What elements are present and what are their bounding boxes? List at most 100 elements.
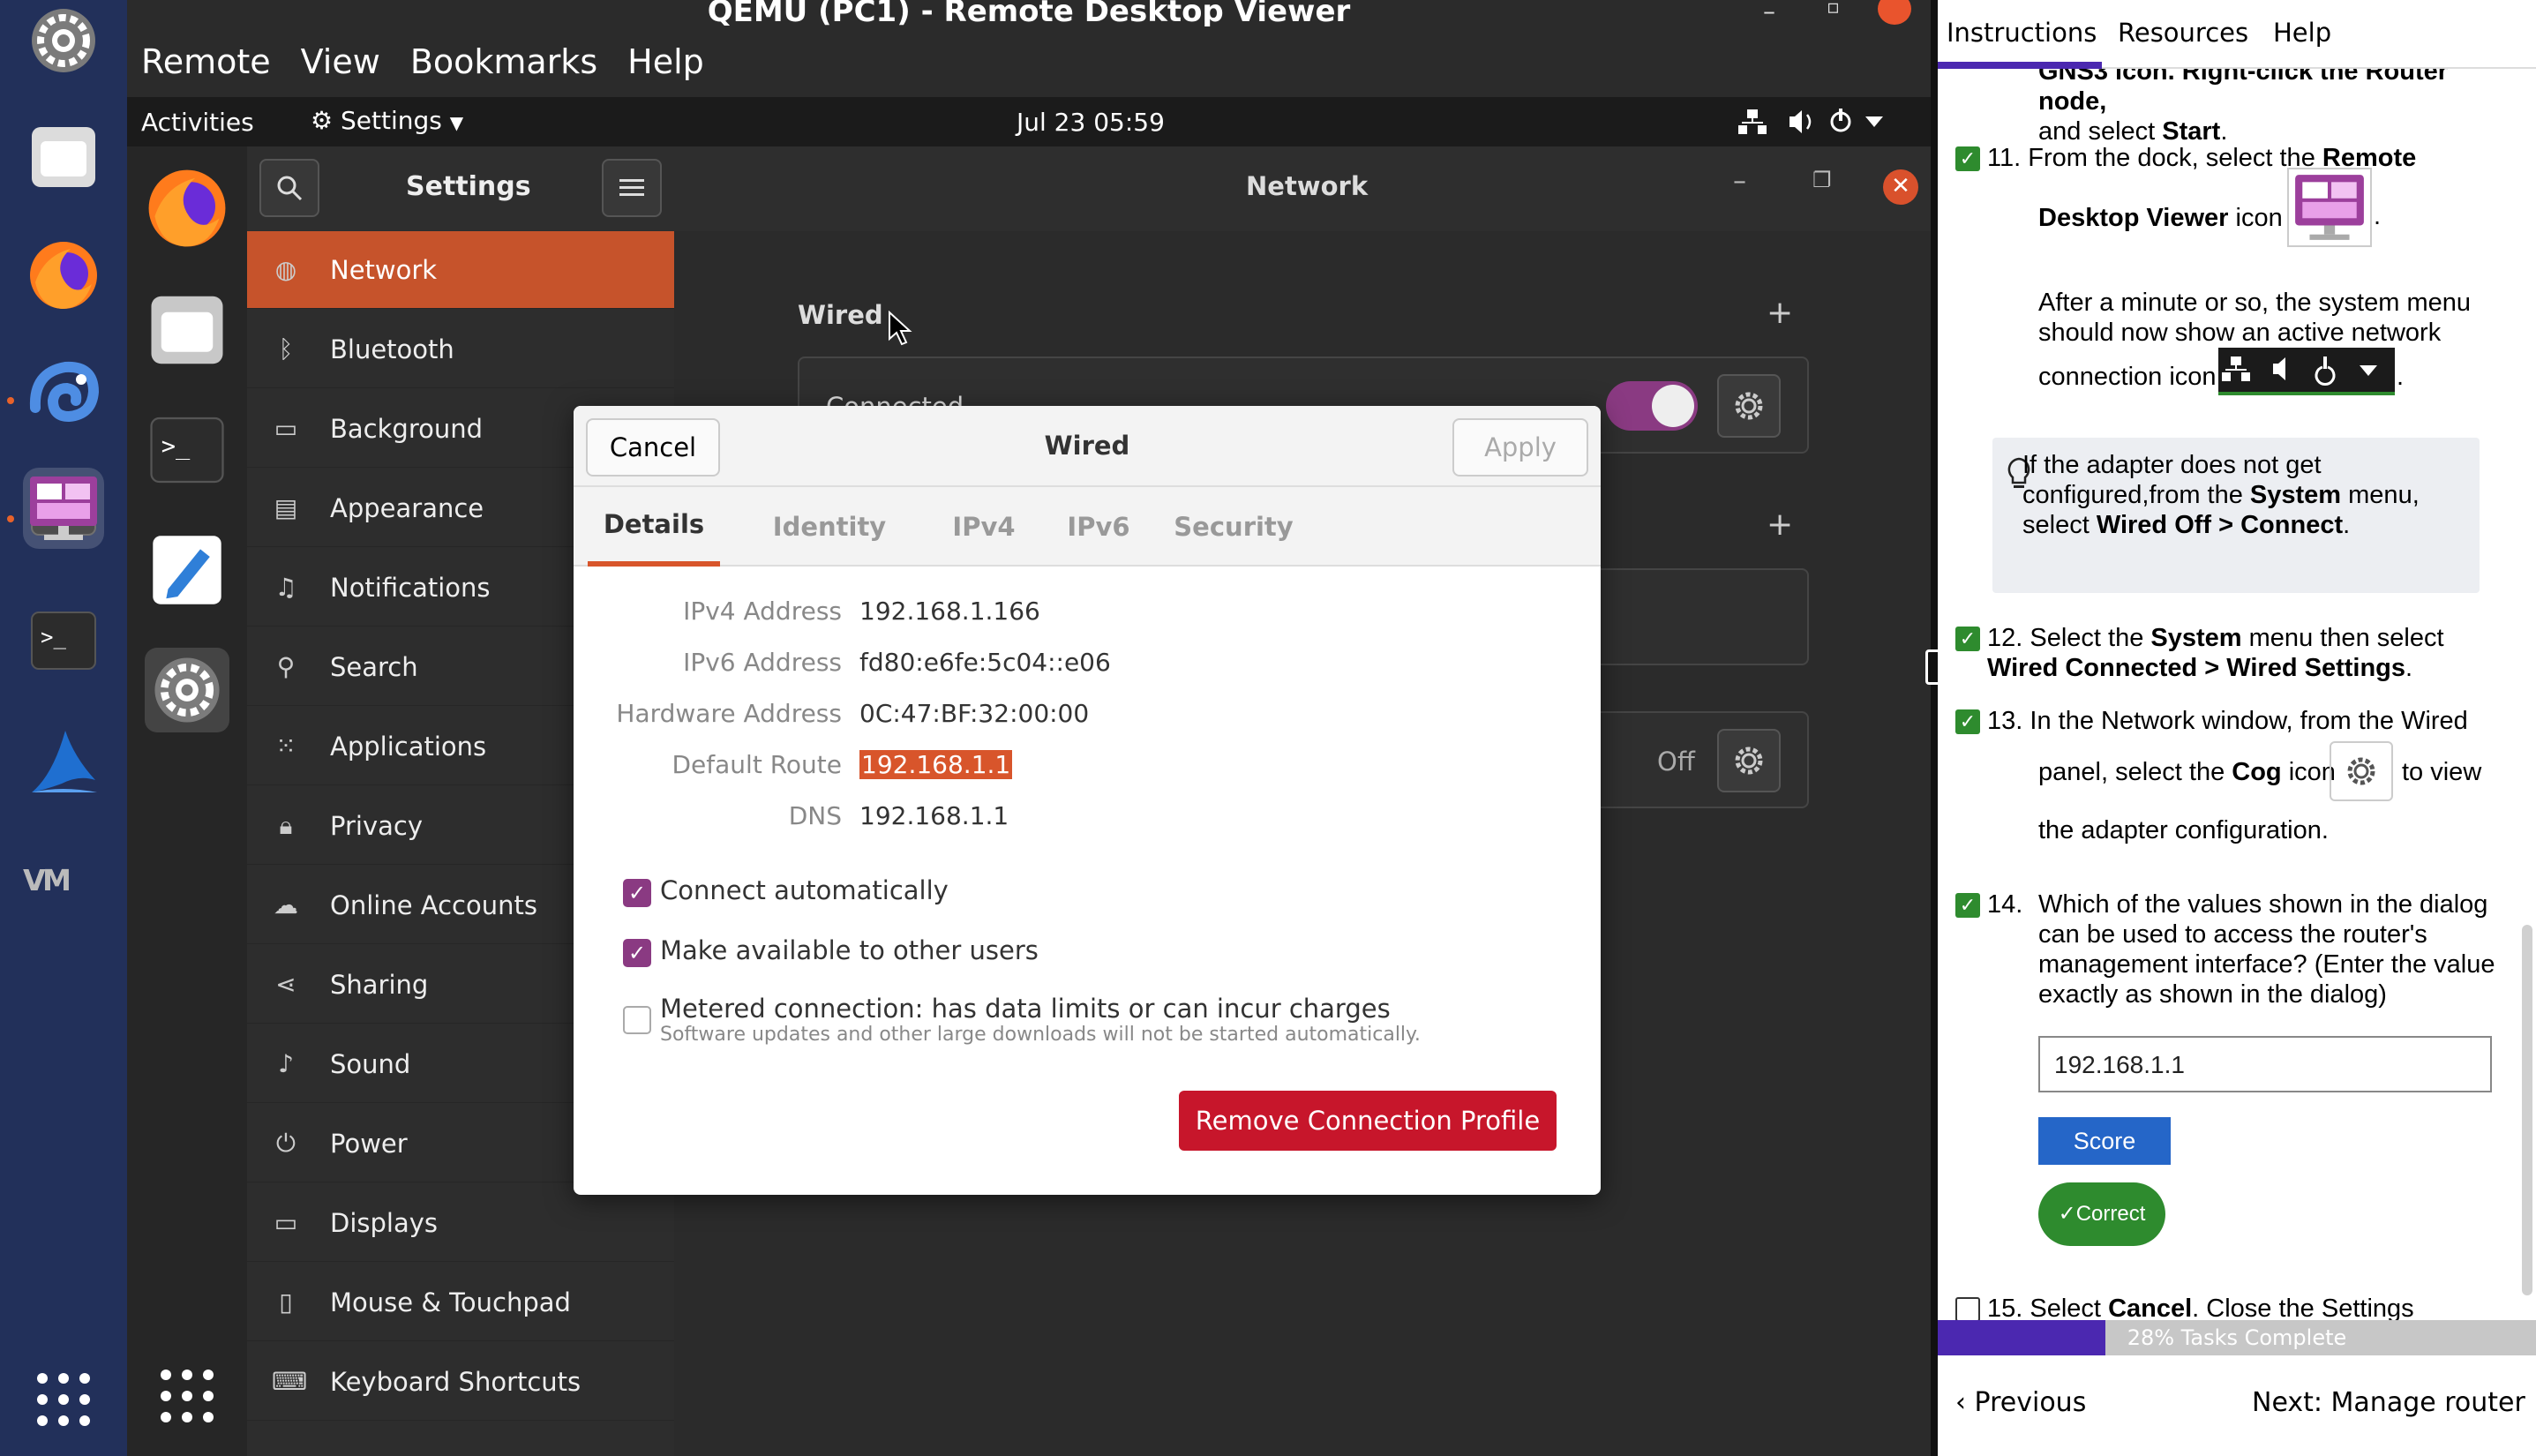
step-13-checkbox[interactable]: ✓ — [1955, 709, 1980, 734]
settings-gear-icon[interactable] — [145, 648, 229, 732]
wired-toggle[interactable] — [1606, 381, 1698, 431]
tab-identity[interactable]: Identity — [741, 487, 918, 567]
detail-label: Hardware Address — [616, 699, 842, 728]
sidebar-item-mouse-touchpad[interactable]: ▯ Mouse & Touchpad — [247, 1264, 674, 1341]
remove-connection-profile-button[interactable]: Remove Connection Profile — [1179, 1091, 1557, 1151]
remote-desktop-viewer-icon[interactable] — [23, 468, 104, 549]
cog-icon — [1735, 392, 1763, 420]
menu-help[interactable]: Help — [627, 42, 704, 81]
sidebar-item-keyboard-shortcuts[interactable]: ⌨ Keyboard Shortcuts — [247, 1343, 674, 1421]
settings-gear-icon[interactable] — [23, 0, 104, 81]
tab-details[interactable]: Details — [588, 487, 720, 567]
answer-input[interactable]: 192.168.1.1 — [2038, 1036, 2492, 1092]
tab-help[interactable]: Help — [2273, 18, 2331, 48]
sidebar-item-bluetooth[interactable]: ᛒ Bluetooth — [247, 311, 674, 388]
step-13-line3: the adapter configuration. — [2038, 816, 2329, 844]
app-grid-icon[interactable] — [23, 1359, 104, 1440]
system-menu[interactable] — [1735, 104, 1911, 146]
step-12-checkbox[interactable]: ✓ — [1955, 627, 1980, 651]
score-button[interactable]: Score — [2038, 1117, 2171, 1165]
menu-view[interactable]: View — [301, 42, 380, 81]
viewer-title: QEMU (PC1) - Remote Desktop Viewer — [707, 0, 1351, 26]
sidebar-item-label: Applications — [330, 731, 487, 762]
step-number: 12. — [1987, 624, 2023, 652]
step-10-line1: GNS3 icon. Right-click the Router node, — [2038, 69, 2449, 116]
terminal-icon[interactable]: >_ — [23, 600, 104, 681]
tab-ipv6[interactable]: IPv6 — [1050, 487, 1147, 567]
tab-security[interactable]: Security — [1145, 487, 1322, 567]
step-text: panel, select the — [2038, 758, 2232, 786]
step-text: menu then select — [2241, 624, 2444, 652]
connect-automatically-checkbox[interactable]: ✓ — [623, 879, 651, 907]
close-icon[interactable]: ✕ — [1883, 169, 1918, 205]
hamburger-menu-button[interactable] — [602, 159, 662, 217]
gns3-chameleon-icon[interactable] — [23, 351, 104, 432]
step-text: icon — [2228, 204, 2283, 232]
sidebar-item-label: Online Accounts — [330, 889, 537, 920]
connect-automatically-label: Connect automatically — [660, 875, 949, 905]
add-vpn-icon[interactable]: + — [1767, 507, 1793, 543]
settings-app-menu[interactable]: ⚙ Settings ▼ — [311, 106, 463, 135]
step-text-bold: Cog — [2232, 758, 2282, 786]
sidebar-item-displays[interactable]: ▭ Displays — [247, 1184, 674, 1262]
step-number: 13. — [1987, 707, 2023, 735]
minimize-icon[interactable]: – — [1733, 166, 1746, 197]
step-14-checkbox[interactable]: ✓ — [1955, 893, 1980, 918]
activities-button[interactable]: Activities — [141, 108, 254, 137]
step-11-checkbox[interactable]: ✓ — [1955, 146, 1980, 171]
sidebar-item-label: Network — [330, 254, 438, 285]
detail-label: Default Route — [672, 750, 843, 779]
search-button[interactable] — [259, 159, 319, 217]
previous-button[interactable]: ‹ Previous — [1955, 1387, 2086, 1418]
next-button[interactable]: Next: Manage router › — [2252, 1387, 2536, 1418]
maximize-icon[interactable]: ▫ — [1827, 0, 1840, 19]
instructions-scrollbar[interactable] — [2522, 925, 2532, 1295]
step-14-question: Which of the values shown in the dialog … — [2038, 890, 2495, 1009]
sidebar-item-network[interactable]: ◍ Network — [247, 231, 674, 309]
bluetooth-icon: ᛒ — [278, 334, 294, 364]
mouse-cursor-icon — [889, 311, 912, 346]
sidebar-item-label: Bluetooth — [330, 334, 454, 364]
available-users-checkbox[interactable]: ✓ — [623, 939, 651, 967]
app-grid-icon[interactable] — [145, 1354, 229, 1438]
firefox-icon[interactable] — [145, 166, 229, 251]
text-editor-icon[interactable] — [145, 528, 229, 612]
files-icon[interactable] — [145, 288, 229, 372]
detail-value-selected[interactable]: 192.168.1.1 — [859, 750, 1013, 779]
tab-ipv4[interactable]: IPv4 — [918, 487, 1050, 567]
step-10-start: Start — [2162, 117, 2221, 146]
previous-label: Previous — [1974, 1387, 2087, 1418]
menu-bookmarks[interactable]: Bookmarks — [410, 42, 597, 81]
restore-icon[interactable]: ❐ — [1812, 168, 1832, 192]
tab-instructions[interactable]: Instructions — [1947, 18, 2097, 48]
firefox-icon[interactable] — [23, 235, 104, 316]
wireshark-fin-icon[interactable] — [23, 718, 104, 799]
background-icon: ▭ — [274, 414, 298, 443]
menu-remote[interactable]: Remote — [141, 42, 271, 81]
apply-button[interactable]: Apply — [1452, 418, 1588, 477]
terminal-icon[interactable]: >_ — [145, 408, 229, 492]
proxy-settings-cog[interactable] — [1717, 729, 1781, 792]
minimize-icon[interactable]: – — [1763, 0, 1775, 26]
step-text: . Close the Settings — [2192, 1295, 2414, 1320]
metered-label: Metered connection: has data limits or c… — [660, 994, 1391, 1024]
clock[interactable]: Jul 23 05:59 — [1017, 108, 1165, 137]
tab-resources[interactable]: Resources — [2118, 18, 2248, 48]
system-tray-icons — [1738, 109, 1883, 134]
wired-settings-cog[interactable] — [1717, 374, 1781, 438]
files-icon[interactable] — [23, 116, 104, 198]
svg-text:VM: VM — [23, 863, 69, 897]
proxy-status: Off — [1657, 747, 1695, 777]
vmware-icon[interactable]: VM — [23, 840, 104, 921]
detail-value: fd80:e6fe:5c04::e06 — [859, 648, 1111, 677]
hamburger-icon — [619, 179, 644, 196]
step-15-checkbox[interactable] — [1955, 1297, 1980, 1320]
search-icon: ⚲ — [276, 652, 296, 681]
hint-text: If the adapter does not get configured,f… — [2022, 451, 2420, 539]
metered-checkbox[interactable] — [623, 1006, 651, 1034]
sidebar-item-label: Sound — [330, 1048, 411, 1079]
add-wired-icon[interactable]: + — [1767, 295, 1793, 331]
pane-divider[interactable] — [1925, 0, 1941, 1456]
step-number: 14. — [1987, 890, 2023, 919]
search-icon — [277, 176, 303, 201]
